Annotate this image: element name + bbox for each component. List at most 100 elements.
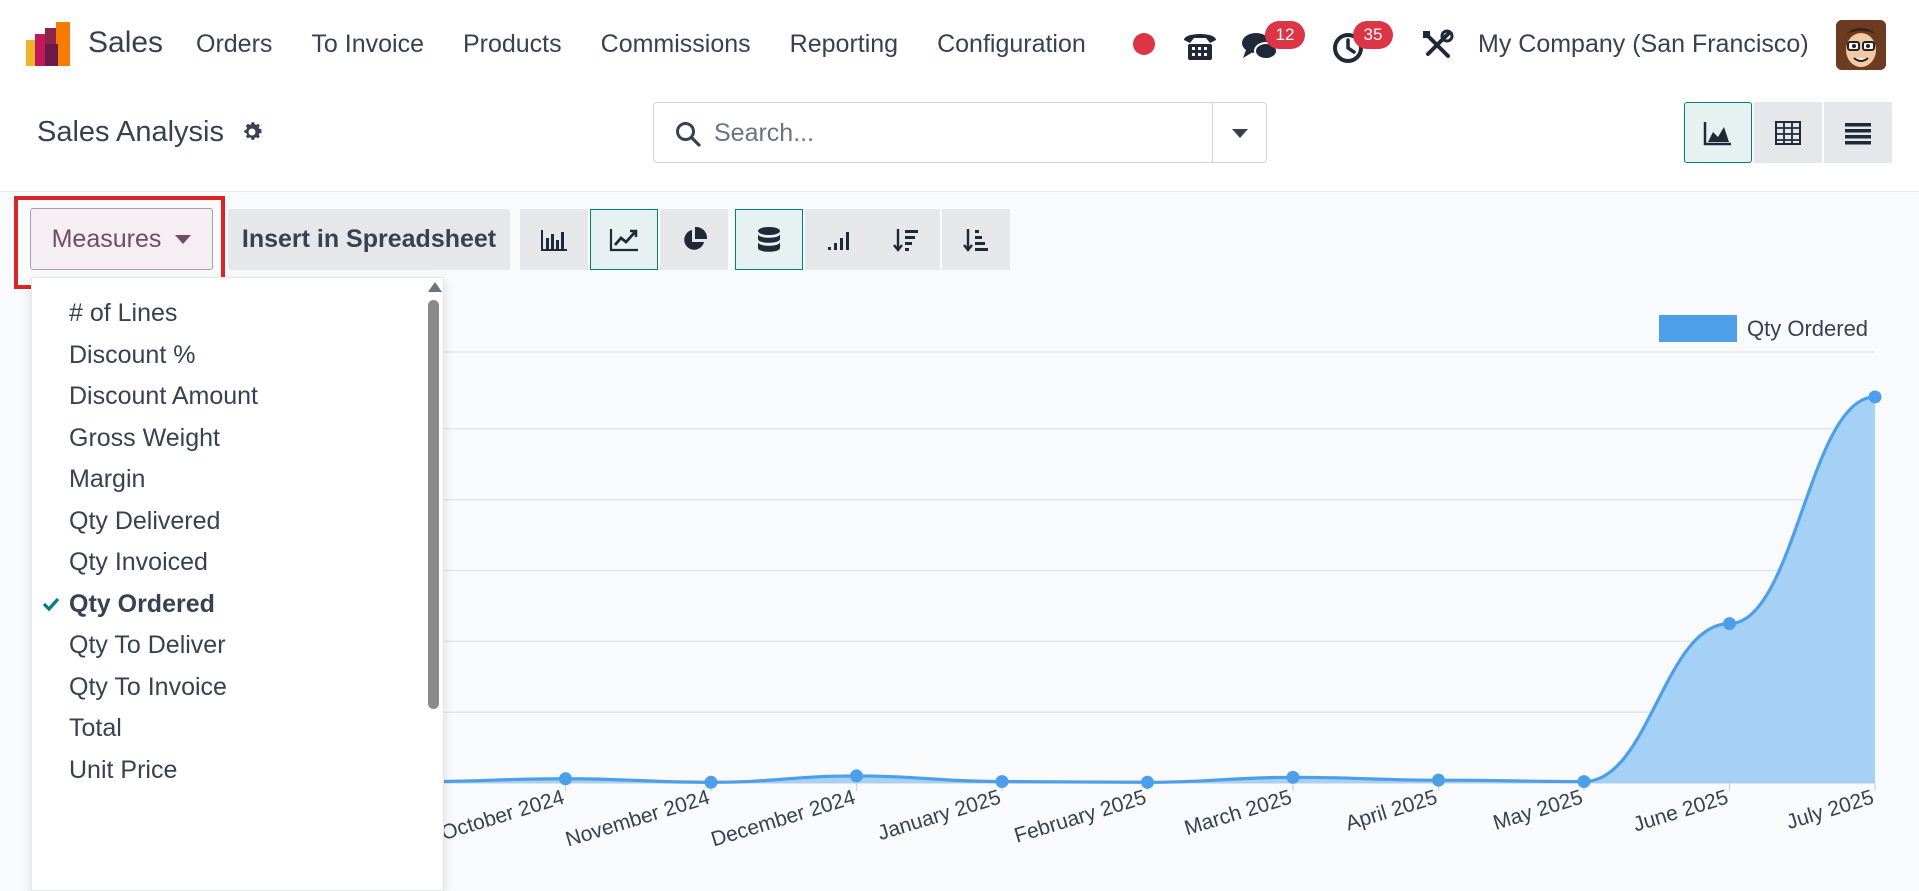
scrollbar-thumb[interactable] xyxy=(428,300,439,709)
measure-option-label: Qty To Deliver xyxy=(69,631,226,659)
measures-button[interactable]: Measures xyxy=(30,208,213,270)
search-options-toggle[interactable] xyxy=(1212,103,1266,162)
pivot-table-icon xyxy=(1775,120,1801,145)
user-avatar[interactable] xyxy=(1836,20,1886,70)
view-switcher xyxy=(1684,102,1892,163)
chart-type-group xyxy=(520,209,728,270)
measure-option-label: Total xyxy=(69,714,122,742)
pie-chart-icon xyxy=(684,226,708,250)
debug-status-dot[interactable] xyxy=(1133,33,1155,55)
bar-chart-icon xyxy=(541,229,567,251)
x-tick-label: December 2024 xyxy=(708,786,858,852)
list-view-button[interactable] xyxy=(1824,102,1892,163)
menu-orders[interactable]: Orders xyxy=(196,30,272,59)
data-point xyxy=(850,769,863,783)
x-tick-label: April 2025 xyxy=(1343,786,1440,836)
data-point xyxy=(1723,617,1736,631)
measure-option-label: Gross Weight xyxy=(69,423,220,452)
search-bar xyxy=(653,102,1267,163)
sales-app-icon[interactable] xyxy=(26,22,72,66)
measures-label: Measures xyxy=(51,224,162,253)
measure-option[interactable]: Margin xyxy=(32,457,422,501)
sort-group xyxy=(872,209,1010,270)
line-chart-button[interactable] xyxy=(590,209,658,270)
measure-option-label: Unit Price xyxy=(69,755,178,784)
menu-reporting[interactable]: Reporting xyxy=(790,30,898,59)
scroll-up-arrow-icon[interactable] xyxy=(428,282,442,292)
stacked-button[interactable] xyxy=(735,209,803,270)
phone-icon[interactable] xyxy=(1180,26,1220,66)
checkmark-icon xyxy=(42,597,60,611)
data-point xyxy=(1868,390,1882,404)
data-point xyxy=(995,775,1009,789)
x-tick-label: June 2025 xyxy=(1630,786,1731,837)
stack-order-group xyxy=(735,209,873,270)
measure-option-label: # of Lines xyxy=(69,299,178,327)
gear-icon[interactable] xyxy=(240,120,264,144)
measure-option[interactable]: Qty Delivered xyxy=(32,499,422,543)
main-menu: Orders To Invoice Products Commissions R… xyxy=(196,30,1125,59)
x-tick-label: July 2025 xyxy=(1784,786,1877,834)
search-input[interactable] xyxy=(714,113,1194,153)
app-name[interactable]: Sales xyxy=(88,26,163,60)
line-chart-icon xyxy=(609,228,638,251)
data-point xyxy=(1577,775,1591,789)
data-point xyxy=(559,772,572,786)
data-point xyxy=(1141,775,1154,789)
area-chart-icon xyxy=(1703,121,1731,145)
measure-option[interactable]: Gross Weight xyxy=(32,416,422,460)
graph-toolbar: Measures Insert in Spreadsheet xyxy=(0,193,1919,289)
x-tick-label: March 2025 xyxy=(1182,786,1295,840)
company-switcher[interactable]: My Company (San Francisco) xyxy=(1478,30,1809,59)
graph-view-button[interactable] xyxy=(1684,102,1752,163)
menu-commissions[interactable]: Commissions xyxy=(601,30,751,59)
legend-label: Qty Ordered xyxy=(1747,316,1868,341)
graph-view: October 2024 November 2024 December 2024 Ja… xyxy=(0,193,1919,891)
pivot-view-button[interactable] xyxy=(1754,102,1822,163)
caret-down-icon xyxy=(175,234,192,244)
tools-icon[interactable] xyxy=(1418,26,1458,66)
pie-chart-button[interactable] xyxy=(660,209,728,270)
series-area-qty-ordered xyxy=(420,396,1875,783)
measure-option[interactable]: Total xyxy=(32,706,422,750)
bar-chart-button[interactable] xyxy=(520,209,588,270)
menu-to-invoice[interactable]: To Invoice xyxy=(311,30,424,59)
measure-option[interactable]: Unit Price xyxy=(32,748,422,792)
measure-option[interactable]: Qty Ordered xyxy=(32,582,422,626)
insert-in-spreadsheet-button[interactable]: Insert in Spreadsheet xyxy=(228,209,510,270)
measure-option-label: Discount Amount xyxy=(69,382,258,410)
measures-dropdown: Unit Price Total Qty To Invoice Qty To Deli… xyxy=(31,277,444,891)
measure-option[interactable]: Discount Amount xyxy=(32,374,422,418)
x-tick-label: November 2024 xyxy=(563,786,713,852)
cumulative-bars-icon xyxy=(828,231,849,250)
measure-option[interactable]: Qty Invoiced xyxy=(32,540,422,584)
sort-descending-button[interactable] xyxy=(872,209,940,270)
x-tick-label: February 2025 xyxy=(1012,786,1149,848)
menu-products[interactable]: Products xyxy=(463,30,562,59)
data-point xyxy=(1286,770,1300,784)
sort-ascending-button[interactable] xyxy=(942,209,1010,270)
data-point xyxy=(704,775,718,789)
sort-descending-icon xyxy=(893,228,918,252)
top-navbar: Sales Orders To Invoice Products Commiss… xyxy=(0,0,1919,92)
measure-option-label: Qty Invoiced xyxy=(69,548,208,576)
database-icon xyxy=(758,226,780,252)
measure-option[interactable]: Qty To Invoice xyxy=(32,665,422,709)
measure-option[interactable]: # of Lines xyxy=(32,291,422,335)
measure-option-label: Qty To Invoice xyxy=(69,672,227,701)
menu-configuration[interactable]: Configuration xyxy=(937,30,1086,59)
search-icon xyxy=(676,122,701,147)
dropdown-scrollbar[interactable] xyxy=(424,278,443,890)
legend-swatch xyxy=(1659,315,1737,342)
list-icon xyxy=(1845,122,1871,144)
messages-badge: 12 xyxy=(1265,21,1305,49)
activities-badge: 35 xyxy=(1353,21,1393,49)
control-panel: Sales Analysis xyxy=(0,92,1919,192)
cumulative-button[interactable] xyxy=(805,209,873,270)
page-title: Sales Analysis xyxy=(37,116,224,148)
measure-option[interactable]: Qty To Deliver xyxy=(32,623,422,667)
measure-option[interactable]: Discount % xyxy=(32,333,422,377)
measure-option-label: Qty Ordered xyxy=(69,589,215,618)
measure-option-label: Discount % xyxy=(69,340,196,369)
sort-ascending-icon xyxy=(963,228,988,252)
